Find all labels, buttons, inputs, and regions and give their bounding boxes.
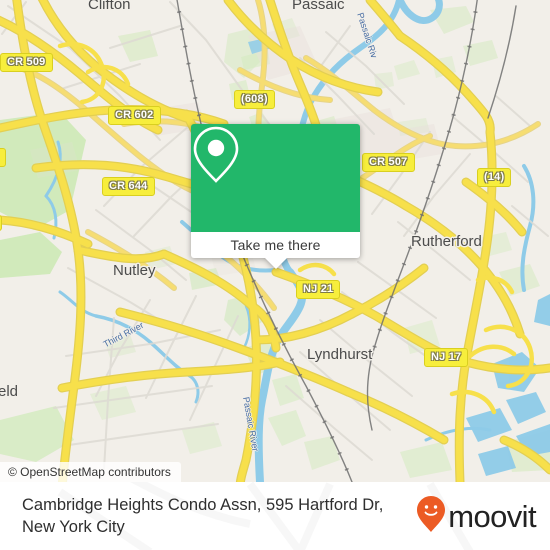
road-shield: NJ 17 <box>424 348 469 367</box>
road-shield: CR 644 <box>102 177 155 196</box>
take-me-there-label: Take me there <box>230 237 321 253</box>
road-shield: NJ 21 <box>296 280 341 299</box>
moovit-wordmark: moovit <box>448 498 536 534</box>
road-shield: CR 509 <box>0 53 53 72</box>
place-label: Passaic <box>292 0 345 13</box>
place-label: Clifton <box>88 0 131 13</box>
place-label: Lyndhurst <box>307 346 373 363</box>
location-title: Cambridge Heights Condo Assn, 595 Hartfo… <box>22 496 384 536</box>
place-label: Nutley <box>113 262 156 279</box>
popup-action[interactable]: Take me there <box>191 232 360 269</box>
road-shield: (608) <box>234 90 275 109</box>
road-shield: CR 602 <box>108 106 161 125</box>
map-attribution[interactable]: © OpenStreetMap contributors <box>0 462 181 482</box>
place-label: Rutherford <box>411 233 482 250</box>
road-shield <box>0 215 2 231</box>
moovit-pin-smiley-icon <box>416 495 446 538</box>
road-shield: 9 <box>0 148 7 167</box>
moovit-logo[interactable]: moovit <box>416 495 537 538</box>
road-shield: (14) <box>477 168 512 187</box>
footer-bar: Cambridge Heights Condo Assn, 595 Hartfo… <box>0 482 550 550</box>
map-canvas[interactable]: .rd { fill:none; stroke:#f7e04b; stroke-… <box>0 0 550 482</box>
popup-tail-icon <box>264 258 287 269</box>
place-label: eld <box>0 383 19 400</box>
road-shield: CR 507 <box>362 153 415 172</box>
popup-body <box>191 124 360 232</box>
location-popup[interactable]: Take me there <box>191 124 360 269</box>
map-screenshot: .rd { fill:none; stroke:#f7e04b; stroke-… <box>0 0 550 550</box>
